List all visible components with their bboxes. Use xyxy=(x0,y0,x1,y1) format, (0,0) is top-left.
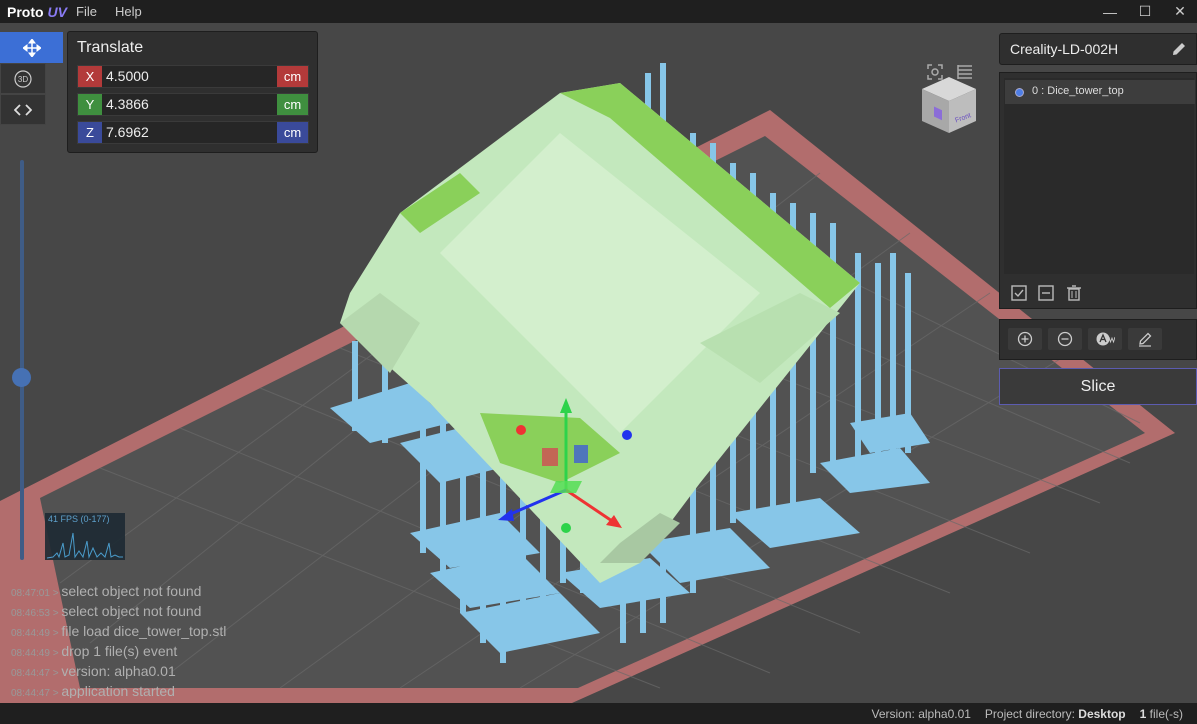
list-item[interactable]: 0 : Dice_tower_top xyxy=(1005,80,1195,104)
pencil-icon[interactable] xyxy=(1170,40,1188,58)
project-directory-status[interactable]: Project directory: Desktop xyxy=(985,707,1126,721)
minus-circle-icon xyxy=(1057,331,1073,347)
file-count-status: 1 file(-s) xyxy=(1139,706,1183,721)
auto-arrange-icon xyxy=(1096,332,1115,346)
z-input-row: Z 7.6962 cm xyxy=(77,121,309,144)
log-line: 08:44:47 > version: alpha0.01 xyxy=(11,663,176,679)
translate-panel: Translate X 4.5000 cm Y 4.3866 cm Z 7.69… xyxy=(67,31,318,153)
edit-button[interactable] xyxy=(1128,328,1162,350)
title-bar: Proto UV File Help — ☐ ✕ xyxy=(0,0,1197,23)
layer-slider-handle[interactable] xyxy=(12,368,31,387)
app-logo: Proto UV xyxy=(7,3,67,20)
menu-help[interactable]: Help xyxy=(106,4,151,19)
add-button[interactable] xyxy=(1008,328,1042,350)
printer-name: Creality-LD-002H xyxy=(1010,41,1119,57)
rotate-3d-label: 3D xyxy=(18,75,28,84)
remove-button[interactable] xyxy=(1048,328,1082,350)
y-input-row: Y 4.3866 cm xyxy=(77,93,309,116)
tool-bar: 3D xyxy=(0,32,63,125)
layer-slider-track[interactable] xyxy=(20,160,24,560)
z-axis-label: Z xyxy=(78,122,102,143)
z-value-input[interactable]: 7.6962 xyxy=(106,122,149,143)
menu-file[interactable]: File xyxy=(67,4,106,19)
object-list: 0 : Dice_tower_top xyxy=(1004,78,1195,274)
move-arrows-icon xyxy=(22,38,41,57)
log-line: 08:44:47 > application started xyxy=(11,683,175,698)
select-all-icon[interactable] xyxy=(1010,284,1028,302)
printer-selector[interactable]: Creality-LD-002H xyxy=(999,33,1197,65)
trash-icon[interactable] xyxy=(1065,284,1083,302)
deselect-icon[interactable] xyxy=(1037,284,1055,302)
plus-circle-icon xyxy=(1017,331,1033,347)
version-status: Version: alpha0.01 xyxy=(871,706,971,721)
edit-pencil-icon xyxy=(1139,332,1152,347)
minimize-icon[interactable]: — xyxy=(1090,0,1130,23)
fps-monitor: 41 FPS (0-177) xyxy=(45,513,125,560)
x-value-input[interactable]: 4.5000 xyxy=(106,66,149,87)
y-unit-label: cm xyxy=(277,94,308,115)
event-log: 08:47:01 > select object not found 08:46… xyxy=(11,583,311,698)
rotate-tool-button[interactable]: 3D xyxy=(0,63,46,94)
object-label: 0 : Dice_tower_top xyxy=(1032,85,1124,97)
fps-graph xyxy=(46,532,123,559)
slice-button[interactable]: Slice xyxy=(999,368,1197,405)
code-tool-button[interactable] xyxy=(0,94,46,125)
close-icon[interactable]: ✕ xyxy=(1160,0,1197,23)
log-line: 08:46:53 > select object not found xyxy=(11,603,202,619)
y-axis-label: Y xyxy=(78,94,102,115)
view-cube[interactable]: Front xyxy=(918,75,980,137)
auto-arrange-button[interactable] xyxy=(1088,328,1122,350)
log-line: 08:44:49 > drop 1 file(s) event xyxy=(11,643,178,659)
y-value-input[interactable]: 4.3866 xyxy=(106,94,149,115)
objects-panel: 0 : Dice_tower_top xyxy=(999,72,1197,309)
z-unit-label: cm xyxy=(277,122,308,143)
translate-title: Translate xyxy=(77,39,144,56)
actions-panel xyxy=(999,319,1197,360)
log-line: 08:47:01 > select object not found xyxy=(11,583,202,599)
object-color-dot xyxy=(1015,88,1024,97)
log-line: 08:44:49 > file load dice_tower_top.stl xyxy=(11,623,227,639)
x-unit-label: cm xyxy=(277,66,308,87)
x-input-row: X 4.5000 cm xyxy=(77,65,309,88)
status-bar: Version: alpha0.01 Project directory: De… xyxy=(0,703,1197,724)
maximize-icon[interactable]: ☐ xyxy=(1125,0,1165,23)
rotate-3d-icon: 3D xyxy=(14,69,32,88)
code-brackets-icon xyxy=(14,103,32,116)
translate-tool-button[interactable] xyxy=(0,32,63,63)
x-axis-label: X xyxy=(78,66,102,87)
